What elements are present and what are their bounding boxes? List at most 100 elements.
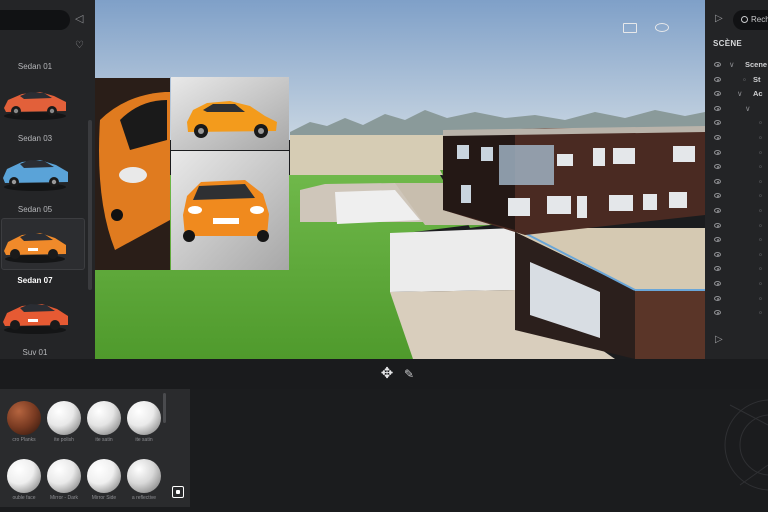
scene-tree-row[interactable]: ▫ — [705, 292, 768, 306]
eye-icon[interactable] — [714, 91, 721, 97]
eye-icon[interactable] — [714, 237, 721, 243]
material-label: ite satin — [95, 437, 113, 443]
library-search-input[interactable] — [0, 10, 70, 30]
object-icon: ▫ — [759, 162, 762, 172]
chevron-down-icon[interactable]: ∨ — [737, 87, 743, 101]
app-window: ◁ ♡ Sedan 01 Sedan 03 Sedan 05 Sedan 07 … — [0, 0, 768, 512]
object-icon: ▫ — [759, 176, 762, 186]
car-thumbnail-sedan-07[interactable] — [0, 293, 70, 337]
move-arrows-icon[interactable]: ✥ — [378, 365, 396, 383]
scene-heading: SCÈNE — [713, 39, 743, 48]
car-label-sedan-05: Sedan 05 — [17, 205, 53, 214]
chevron-left-icon[interactable]: ◁ — [75, 12, 85, 26]
eye-icon[interactable] — [714, 76, 721, 82]
eye-icon[interactable] — [714, 295, 721, 301]
object-icon: ▫ — [759, 133, 762, 142]
scene-tree-row[interactable]: ▫ — [705, 306, 768, 320]
paint-brush-icon[interactable]: ✎ — [402, 365, 416, 383]
eye-icon[interactable] — [714, 105, 721, 111]
eye-icon[interactable] — [714, 310, 721, 316]
scene-tree-row[interactable]: ∨ Ac — [705, 87, 768, 101]
search-icon — [741, 16, 748, 23]
scene-search-input[interactable]: Rech — [733, 10, 768, 30]
eye-icon[interactable] — [714, 281, 721, 286]
material-swatch[interactable] — [7, 401, 41, 435]
3d-viewport[interactable] — [95, 0, 705, 359]
object-icon: ▫ — [743, 74, 746, 84]
scene-tree-row[interactable]: ▫ — [705, 146, 768, 160]
eye-icon[interactable] — [714, 178, 721, 184]
frame-icon[interactable] — [623, 23, 637, 33]
car-thumbnail-sedan-01[interactable] — [0, 80, 70, 124]
car-label-suv-01: Suv 01 — [22, 348, 48, 357]
library-scrollbar[interactable] — [88, 120, 92, 290]
material-swatch[interactable] — [7, 459, 41, 493]
scene-tree-row[interactable]: ▫ — [705, 204, 768, 218]
object-icon: ▫ — [759, 308, 762, 318]
object-icon: ▫ — [759, 293, 762, 303]
material-label: ouble face — [12, 495, 36, 501]
scene-tree-row[interactable]: ▫ — [705, 116, 768, 130]
object-icon: ▫ — [759, 235, 762, 245]
object-icon: ▫ — [759, 147, 762, 157]
material-label: a reflective — [131, 495, 157, 501]
material-label: Mirror - Dark — [49, 495, 79, 501]
material-swatch[interactable] — [87, 459, 121, 493]
scene-tree-row[interactable]: ▫ — [705, 233, 768, 247]
chevron-down-icon[interactable]: ∨ — [745, 102, 751, 116]
material-label: Mirror Side — [91, 495, 117, 501]
car-label-sedan-03: Sedan 03 — [17, 134, 53, 143]
car-label-sedan-01: Sedan 01 — [17, 62, 53, 71]
material-label: ite satin — [135, 437, 153, 443]
chevron-down-icon[interactable]: ∨ — [729, 58, 735, 72]
object-icon: ▫ — [759, 279, 762, 288]
object-icon: ▫ — [759, 118, 762, 128]
scene-tree-row[interactable]: ▫ St — [705, 73, 768, 87]
material-swatch[interactable] — [127, 401, 161, 435]
scene-tree-row[interactable]: ▫ — [705, 160, 768, 174]
scene-tree-row[interactable]: ▫ — [705, 248, 768, 262]
material-swatch[interactable] — [47, 401, 81, 435]
eye-icon[interactable] — [714, 266, 721, 272]
object-icon: ▫ — [759, 206, 762, 215]
scene-tree-row[interactable]: ∨ Scene — [705, 58, 768, 72]
scene-search-placeholder: Rech — [751, 15, 768, 24]
eye-icon[interactable] — [714, 135, 721, 140]
scene-tree-row[interactable]: ▫ — [705, 277, 768, 291]
car-thumbnail-sedan-03[interactable] — [0, 150, 70, 194]
material-swatch[interactable] — [47, 459, 81, 493]
eye-icon[interactable] — [714, 193, 721, 199]
scene-tree-label: St — [753, 74, 761, 84]
scene-tree-row[interactable]: ▫ — [705, 219, 768, 233]
scene-tree-row[interactable]: ▫ — [705, 175, 768, 189]
scene-tree-row[interactable]: ▫ — [705, 189, 768, 203]
chevron-right-icon[interactable]: ▷ — [715, 13, 723, 24]
car-label-sedan-07: Sedan 07 — [17, 276, 53, 285]
eye-icon[interactable] — [714, 208, 721, 213]
heart-icon[interactable]: ♡ — [75, 40, 84, 51]
scene-tree-row[interactable]: ▫ — [705, 262, 768, 276]
eye-icon[interactable] — [714, 164, 721, 170]
eye-icon[interactable] — [655, 23, 669, 32]
materials-scrollbar[interactable] — [163, 393, 166, 423]
scene-tree-row[interactable]: ▫ — [705, 131, 768, 145]
checkbox-icon[interactable] — [172, 486, 184, 498]
material-swatch[interactable] — [87, 401, 121, 435]
material-label: cro Planks — [12, 437, 36, 443]
vehicle-library-panel: ◁ ♡ Sedan 01 Sedan 03 Sedan 05 Sedan 07 … — [0, 0, 95, 359]
eye-icon[interactable] — [714, 251, 721, 257]
scene-tree-label: Ac — [753, 89, 763, 99]
object-icon: ▫ — [759, 191, 762, 201]
chevron-right-icon[interactable]: ▷ — [715, 334, 723, 345]
eye-icon[interactable] — [714, 222, 721, 228]
scene-tree-row[interactable]: ∨ — [705, 102, 768, 116]
material-label: ite polish — [54, 437, 74, 443]
eye-icon[interactable] — [714, 120, 721, 126]
material-swatch[interactable] — [127, 459, 161, 493]
gizmo-decoration — [724, 399, 768, 491]
eye-icon[interactable] — [714, 62, 721, 67]
object-icon: ▫ — [759, 264, 762, 274]
eye-icon[interactable] — [714, 149, 721, 155]
car-thumbnail-sedan-05[interactable] — [0, 222, 70, 266]
transform-toolbar: ✥ ✎ — [0, 359, 768, 389]
